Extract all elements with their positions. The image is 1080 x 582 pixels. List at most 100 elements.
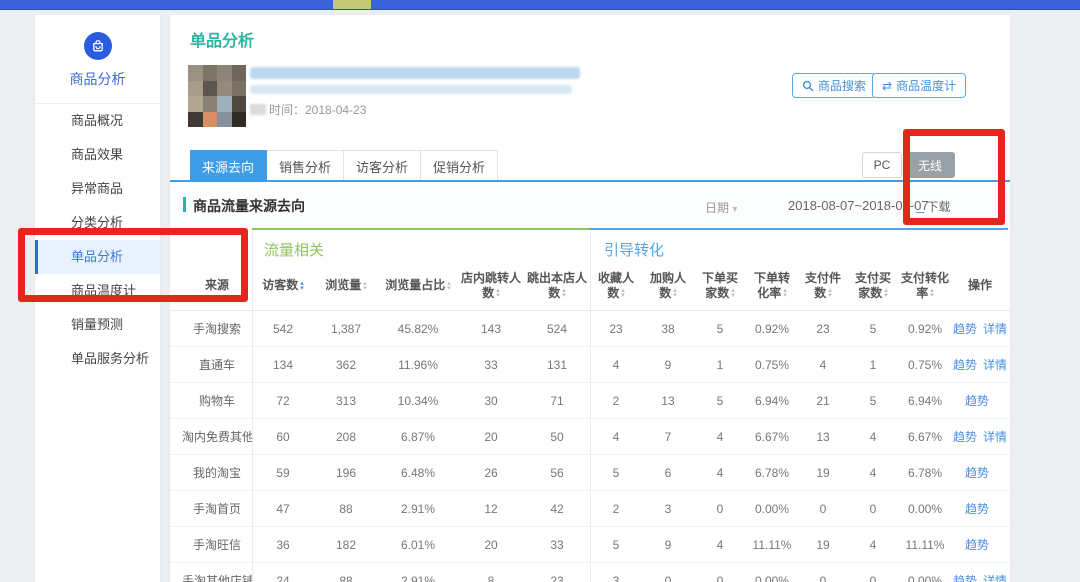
trend-link[interactable]: 趋势: [953, 428, 977, 445]
group-divider: [590, 230, 591, 582]
header-col-7[interactable]: 下单买家数▴▾: [694, 269, 746, 303]
trend-link[interactable]: 趋势: [953, 356, 977, 373]
cell-paid-rate: 0.00%: [898, 502, 952, 516]
header-col-3[interactable]: 店内跳转人数▴▾: [458, 269, 524, 303]
toggle-wireless-button[interactable]: 无线: [905, 152, 955, 178]
product-thermometer-button[interactable]: ⇄ 商品温度计: [872, 73, 966, 98]
trend-link[interactable]: 趋势: [965, 464, 989, 481]
sort-icon[interactable]: ▴▾: [731, 288, 735, 298]
cell-cart-adds: 6: [642, 466, 694, 480]
cell-cart-adds: 3: [642, 502, 694, 516]
header-col-5[interactable]: 收藏人数▴▾: [590, 269, 642, 303]
header-col-label: 支付件数: [805, 271, 841, 300]
row-actions: 趋势: [952, 392, 1008, 409]
sort-icon[interactable]: ▴▾: [447, 281, 451, 291]
cell-favorites: 5: [590, 466, 642, 480]
cell-visitors: 72: [252, 394, 314, 408]
cell-paid-buyers: 5: [848, 322, 898, 336]
header-col-label: 跳出本店人数: [527, 271, 587, 300]
sidebar-item-3[interactable]: 分类分析: [35, 206, 160, 240]
row-source: 手淘搜索: [182, 320, 252, 337]
header-col-label: 加购人数: [650, 271, 686, 300]
trend-link[interactable]: 趋势: [953, 572, 977, 582]
header-col-11[interactable]: 支付转化率▴▾: [898, 269, 952, 303]
cell-pv-ratio: 6.01%: [378, 538, 458, 552]
sort-icon[interactable]: ▴▾: [496, 288, 500, 298]
header-col-1[interactable]: 浏览量▴▾: [314, 276, 378, 295]
row-actions: 趋势: [952, 536, 1008, 553]
cell-visitors: 36: [252, 538, 314, 552]
blurred-label: [250, 104, 266, 115]
row-actions: 趋势 详情: [952, 572, 1008, 582]
header-col-2[interactable]: 浏览量占比▴▾: [378, 276, 458, 295]
cell-order-buyers: 5: [694, 394, 746, 408]
cell-paid-items: 13: [798, 430, 848, 444]
header-col-6[interactable]: 加购人数▴▾: [642, 269, 694, 303]
cell-pageviews: 182: [314, 538, 378, 552]
sort-icon[interactable]: ▴▾: [930, 288, 934, 298]
header-col-label: 收藏人数: [598, 271, 634, 300]
sidebar-item-2[interactable]: 异常商品: [35, 172, 160, 206]
cell-visitors: 59: [252, 466, 314, 480]
download-link[interactable]: ↓ 下载: [916, 198, 951, 215]
sidebar-item-4[interactable]: 单品分析: [35, 240, 160, 274]
header-col-label: 支付转化率: [901, 271, 949, 300]
detail-link[interactable]: 详情: [983, 572, 1007, 582]
cell-favorites: 23: [590, 322, 642, 336]
cell-order-rate: 0.00%: [746, 502, 798, 516]
page-title: 单品分析: [190, 27, 254, 51]
trend-link[interactable]: 趋势: [965, 392, 989, 409]
trend-link[interactable]: 趋势: [953, 320, 977, 337]
sidebar-item-6[interactable]: 销量预测: [35, 308, 160, 342]
toggle-pc-button[interactable]: PC: [862, 152, 902, 178]
tab-3[interactable]: 促销分析: [421, 150, 498, 182]
listing-time-text: 时间：2018-04-23: [269, 101, 366, 118]
sort-icon[interactable]: ▴▾: [828, 288, 832, 298]
cell-order-buyers: 1: [694, 358, 746, 372]
detail-link[interactable]: 详情: [983, 428, 1007, 445]
sidebar-item-7[interactable]: 单品服务分析: [35, 342, 160, 376]
cell-order-rate: 0.92%: [746, 322, 798, 336]
tab-0[interactable]: 来源去向: [190, 150, 267, 182]
sidebar-item-0[interactable]: 商品概况: [35, 104, 160, 138]
cell-visitors: 47: [252, 502, 314, 516]
header-col-10[interactable]: 支付买家数▴▾: [848, 269, 898, 303]
header-col-0[interactable]: 访客数▴▾: [252, 276, 314, 295]
cell-order-rate: 6.67%: [746, 430, 798, 444]
header-col-9[interactable]: 支付件数▴▾: [798, 269, 848, 303]
sort-icon[interactable]: ▴▾: [884, 288, 888, 298]
cell-bounces: 42: [524, 502, 590, 516]
cell-paid-buyers: 1: [848, 358, 898, 372]
sort-icon[interactable]: ▴▾: [300, 281, 304, 291]
sort-icon[interactable]: ▴▾: [562, 288, 566, 298]
header-col-8[interactable]: 下单转化率▴▾: [746, 269, 798, 303]
row-actions: 趋势: [952, 500, 1008, 517]
tab-2[interactable]: 访客分析: [344, 150, 421, 182]
tab-1[interactable]: 销售分析: [267, 150, 344, 182]
row-actions: 趋势: [952, 464, 1008, 481]
sort-icon[interactable]: ▴▾: [363, 281, 367, 291]
cell-paid-rate: 0.75%: [898, 358, 952, 372]
sort-icon[interactable]: ▴▾: [673, 288, 677, 298]
cell-cart-adds: 7: [642, 430, 694, 444]
trend-link[interactable]: 趋势: [965, 536, 989, 553]
cell-paid-buyers: 5: [848, 394, 898, 408]
date-dropdown[interactable]: 日期 ▾: [705, 199, 737, 216]
sidebar-item-5[interactable]: 商品温度计: [35, 274, 160, 308]
sort-icon[interactable]: ▴▾: [621, 288, 625, 298]
sort-icon[interactable]: ▴▾: [783, 288, 787, 298]
cell-pageviews: 1,387: [314, 322, 378, 336]
detail-link[interactable]: 详情: [983, 356, 1007, 373]
column-divider: [252, 230, 253, 582]
header-col-4[interactable]: 跳出本店人数▴▾: [524, 269, 590, 303]
trend-link[interactable]: 趋势: [965, 500, 989, 517]
sidebar-item-1[interactable]: 商品效果: [35, 138, 160, 172]
product-search-button[interactable]: 商品搜索: [792, 73, 876, 98]
section-header: 商品流量来源去向 日期 ▾ 2018-08-07~2018-08-07 ↓ 下载: [170, 182, 1010, 228]
cell-paid-items: 19: [798, 538, 848, 552]
listing-time: 时间：2018-04-23: [250, 101, 366, 118]
cell-order-rate: 11.11%: [746, 538, 798, 552]
cell-order-buyers: 5: [694, 322, 746, 336]
detail-link[interactable]: 详情: [983, 320, 1007, 337]
row-source: 购物车: [182, 392, 252, 409]
